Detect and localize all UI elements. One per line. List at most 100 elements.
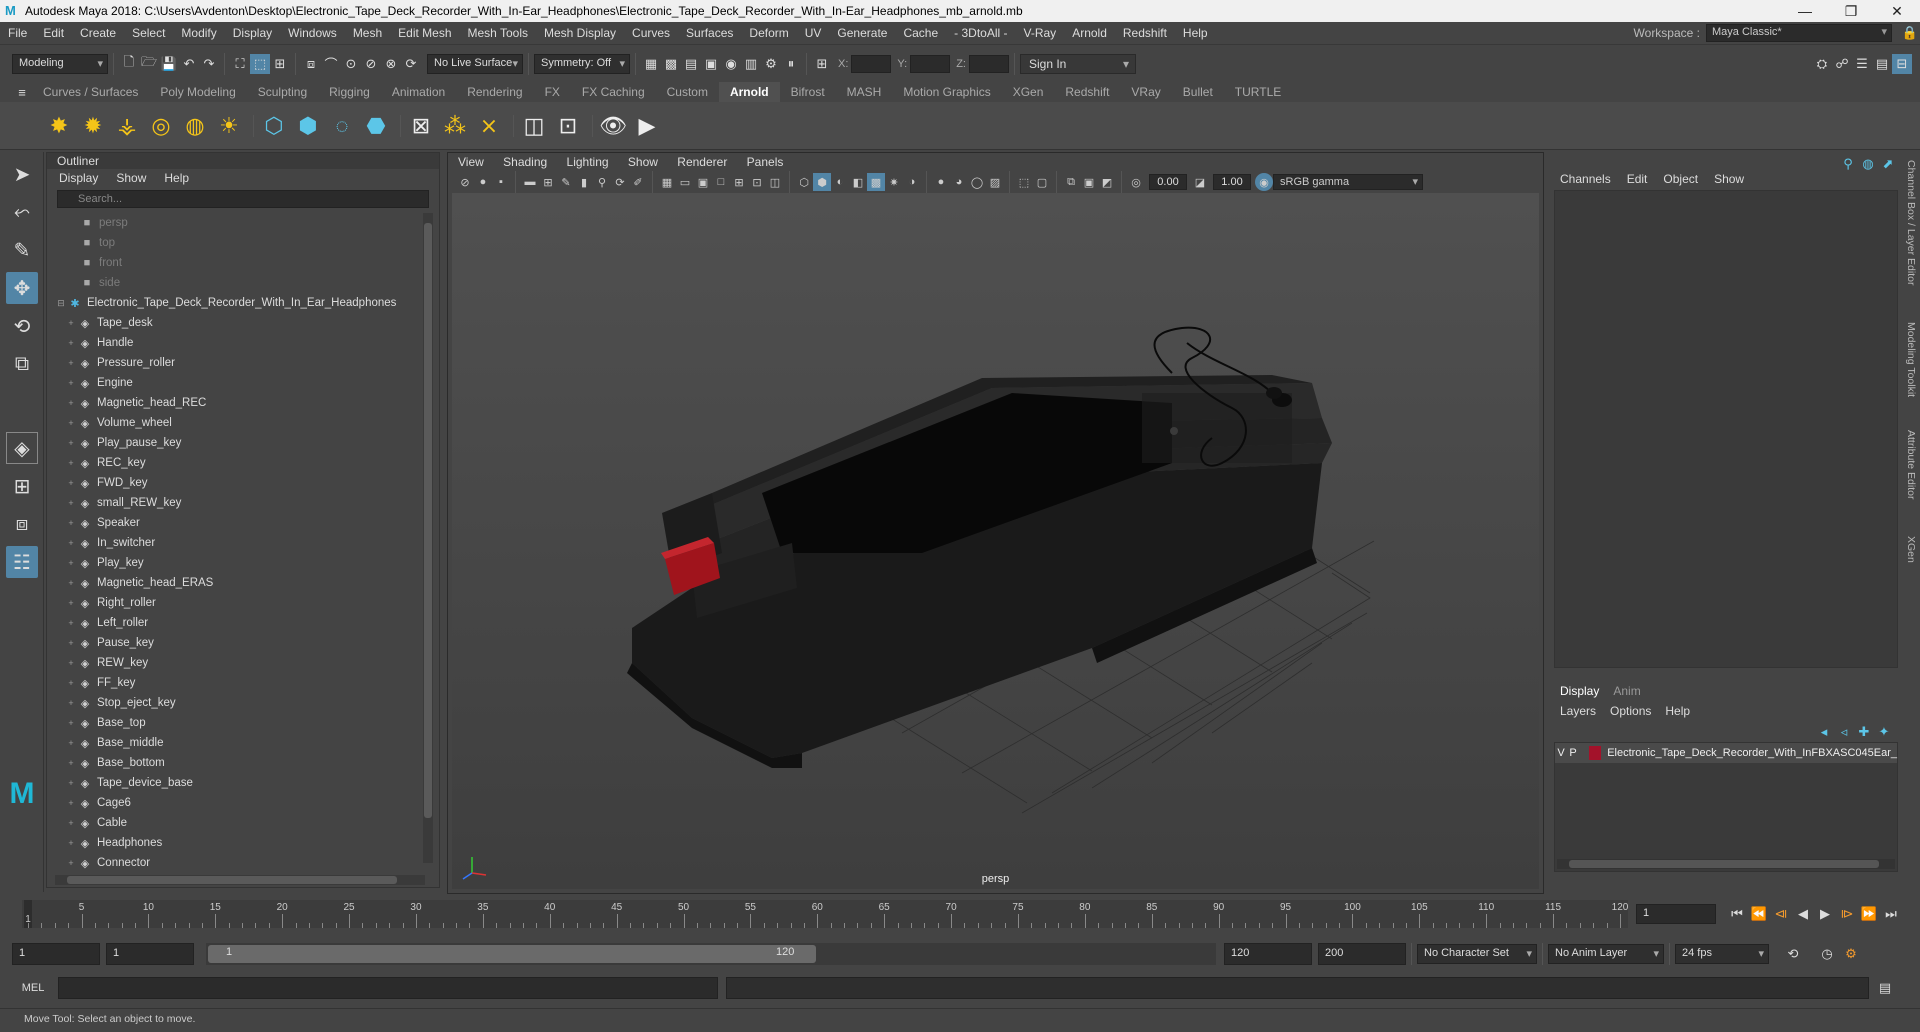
step-forward-frame-icon[interactable]: ⧐ bbox=[1836, 904, 1858, 924]
playback-end-field[interactable]: 120 bbox=[1224, 943, 1312, 965]
expand-icon[interactable]: + bbox=[65, 738, 77, 748]
command-language-toggle[interactable]: MEL bbox=[8, 982, 58, 994]
render-settings-icon[interactable]: ▣ bbox=[701, 54, 721, 74]
pause-icon[interactable]: ⏸ bbox=[781, 54, 801, 74]
outliner-mesh-item[interactable]: + ◈ Pressure_roller bbox=[55, 353, 417, 373]
expand-icon[interactable]: + bbox=[65, 638, 77, 648]
auto-key-icon[interactable]: ◷ bbox=[1817, 944, 1837, 964]
script-editor-icon[interactable]: ▤ bbox=[1875, 978, 1895, 998]
menu-arnold[interactable]: Arnold bbox=[1064, 26, 1115, 40]
arnold-render-icon[interactable]: ▥ bbox=[741, 54, 761, 74]
render-view-window-icon[interactable]: 👁 bbox=[598, 111, 628, 141]
outliner-mesh-item[interactable]: + ◈ Speaker bbox=[55, 513, 417, 533]
single-view-icon[interactable]: ◈ bbox=[6, 432, 38, 464]
outliner-search-input[interactable]: Search... bbox=[57, 190, 429, 208]
expand-icon[interactable]: + bbox=[65, 858, 77, 868]
smooth-shade-icon[interactable]: ⬢ bbox=[813, 173, 831, 191]
layer-scrollbar[interactable] bbox=[1557, 859, 1895, 869]
expand-icon[interactable]: + bbox=[65, 478, 77, 488]
channel-box-menu-edit[interactable]: Edit bbox=[1627, 172, 1648, 186]
outliner-mesh-item[interactable]: + ◈ In_switcher bbox=[55, 533, 417, 553]
outliner-mesh-item[interactable]: + ◈ Base_top bbox=[55, 713, 417, 733]
workspace-select[interactable]: Maya Classic* bbox=[1706, 24, 1892, 42]
x-field[interactable] bbox=[851, 54, 892, 73]
outliner-mesh-item[interactable]: + ◈ Volume_wheel bbox=[55, 413, 417, 433]
expand-icon[interactable]: + bbox=[65, 658, 77, 668]
modeling-toolkit-icon[interactable]: ⛭ bbox=[1812, 54, 1832, 74]
expand-icon[interactable]: + bbox=[65, 558, 77, 568]
snap-view-icon[interactable]: ⊘ bbox=[361, 54, 381, 74]
expand-icon[interactable]: + bbox=[65, 678, 77, 688]
channel-box-lock-icon[interactable]: ◍ bbox=[1858, 154, 1878, 174]
outliner-mesh-item[interactable]: + ◈ Tape_desk bbox=[55, 313, 417, 333]
ipr-icon[interactable]: ⊡ bbox=[553, 111, 583, 141]
shelf-tab-rendering[interactable]: Rendering bbox=[456, 82, 533, 102]
expand-icon[interactable]: + bbox=[65, 778, 77, 788]
channel-box-menu-object[interactable]: Object bbox=[1663, 172, 1698, 186]
expand-icon[interactable]: + bbox=[65, 538, 77, 548]
step-back-frame-icon[interactable]: ⧏ bbox=[1770, 904, 1792, 924]
menu-curves[interactable]: Curves bbox=[624, 26, 678, 40]
render-frame-icon[interactable]: ▩ bbox=[661, 54, 681, 74]
portal-light-icon[interactable]: ◍ bbox=[180, 111, 210, 141]
current-frame-field[interactable]: 1 bbox=[1636, 904, 1716, 924]
y-field[interactable] bbox=[910, 54, 951, 73]
select-hierarchy-icon[interactable]: ⛶ bbox=[230, 54, 250, 74]
expand-icon[interactable]: + bbox=[65, 818, 77, 828]
mesh-light-icon[interactable]: ✹ bbox=[78, 111, 108, 141]
menu-mesh[interactable]: Mesh bbox=[345, 26, 390, 40]
gamma-icon[interactable]: ◪ bbox=[1191, 173, 1209, 191]
step-forward-key-icon[interactable]: ⏩ bbox=[1858, 904, 1880, 924]
layer-menu-options[interactable]: Options bbox=[1610, 704, 1651, 718]
undo-icon[interactable]: ↶ bbox=[179, 54, 199, 74]
play-backwards-icon[interactable]: ◀ bbox=[1792, 904, 1814, 924]
grid-icon[interactable]: ▦ bbox=[658, 173, 676, 191]
play-render-icon[interactable]: ▶ bbox=[632, 111, 662, 141]
open-scene-icon[interactable]: 🗁 bbox=[139, 54, 159, 74]
light-manager-icon[interactable]: ⨯ bbox=[474, 111, 504, 141]
outliner-mesh-item[interactable]: + ◈ Magnetic_head_REC bbox=[55, 393, 417, 413]
channel-box-menu-channels[interactable]: Channels bbox=[1560, 172, 1611, 186]
field-chart-icon[interactable]: ⊞ bbox=[730, 173, 748, 191]
outliner-mesh-item[interactable]: + ◈ Cable bbox=[55, 813, 417, 833]
viewport-menu-renderer[interactable]: Renderer bbox=[677, 155, 727, 169]
expand-icon[interactable]: + bbox=[65, 758, 77, 768]
textured-icon[interactable]: ◧ bbox=[849, 173, 867, 191]
shelf-tab-redshift[interactable]: Redshift bbox=[1054, 82, 1120, 102]
outliner-root-item[interactable]: ⊟ ✱ Electronic_Tape_Deck_Recorder_With_In_… bbox=[55, 293, 417, 313]
move-tool-icon[interactable]: ✥ bbox=[6, 272, 38, 304]
expand-icon[interactable]: + bbox=[65, 338, 77, 348]
two-view-icon[interactable]: ⧈ bbox=[6, 508, 38, 540]
expand-icon[interactable]: + bbox=[65, 318, 77, 328]
photometric-light-icon[interactable]: ⚶ bbox=[112, 111, 142, 141]
menu-uv[interactable]: UV bbox=[797, 26, 830, 40]
outliner-mesh-item[interactable]: + ◈ FWD_key bbox=[55, 473, 417, 493]
expand-icon[interactable]: + bbox=[65, 618, 77, 628]
menu-edit[interactable]: Edit bbox=[35, 26, 72, 40]
volume-icon[interactable]: ⬣ bbox=[361, 111, 391, 141]
shadows-icon[interactable]: ✷ bbox=[885, 173, 903, 191]
command-input[interactable] bbox=[58, 977, 718, 999]
viewport-menu-show[interactable]: Show bbox=[628, 155, 658, 169]
exposure-field[interactable]: 0.00 bbox=[1149, 174, 1187, 190]
ambient-occlusion-icon[interactable]: ◑ bbox=[903, 173, 921, 191]
snap-live-icon[interactable]: ⟳ bbox=[401, 54, 421, 74]
channel-box-toggle-icon[interactable]: ⚲ bbox=[1838, 154, 1858, 174]
tab-anim[interactable]: Anim bbox=[1613, 684, 1640, 698]
rotate-tool-icon[interactable]: ⟲ bbox=[6, 310, 38, 342]
outliner-menu-display[interactable]: Display bbox=[59, 171, 98, 185]
arnold-ipr-icon[interactable]: ⚙ bbox=[761, 54, 781, 74]
move-layer-up-icon[interactable]: ◂ bbox=[1814, 722, 1834, 742]
isolate-select-icon[interactable]: ⬚ bbox=[1015, 173, 1033, 191]
snap-grid-icon[interactable]: ⧈ bbox=[301, 54, 321, 74]
outliner-mesh-item[interactable]: + ◈ Right_roller bbox=[55, 593, 417, 613]
hypershade-icon[interactable]: ◉ bbox=[721, 54, 741, 74]
lock-icon[interactable]: 🔒 bbox=[1900, 23, 1920, 43]
outliner-mesh-item[interactable]: + ◈ Handle bbox=[55, 333, 417, 353]
expand-icon[interactable]: + bbox=[65, 578, 77, 588]
shelf-menu-icon[interactable]: ≡ bbox=[12, 82, 32, 102]
focus-icon[interactable]: ✐ bbox=[629, 173, 647, 191]
lasso-tool-icon[interactable]: ⬿ bbox=[6, 196, 38, 228]
menu-generate[interactable]: Generate bbox=[829, 26, 895, 40]
animation-preferences-icon[interactable]: ⚙ bbox=[1841, 944, 1861, 964]
